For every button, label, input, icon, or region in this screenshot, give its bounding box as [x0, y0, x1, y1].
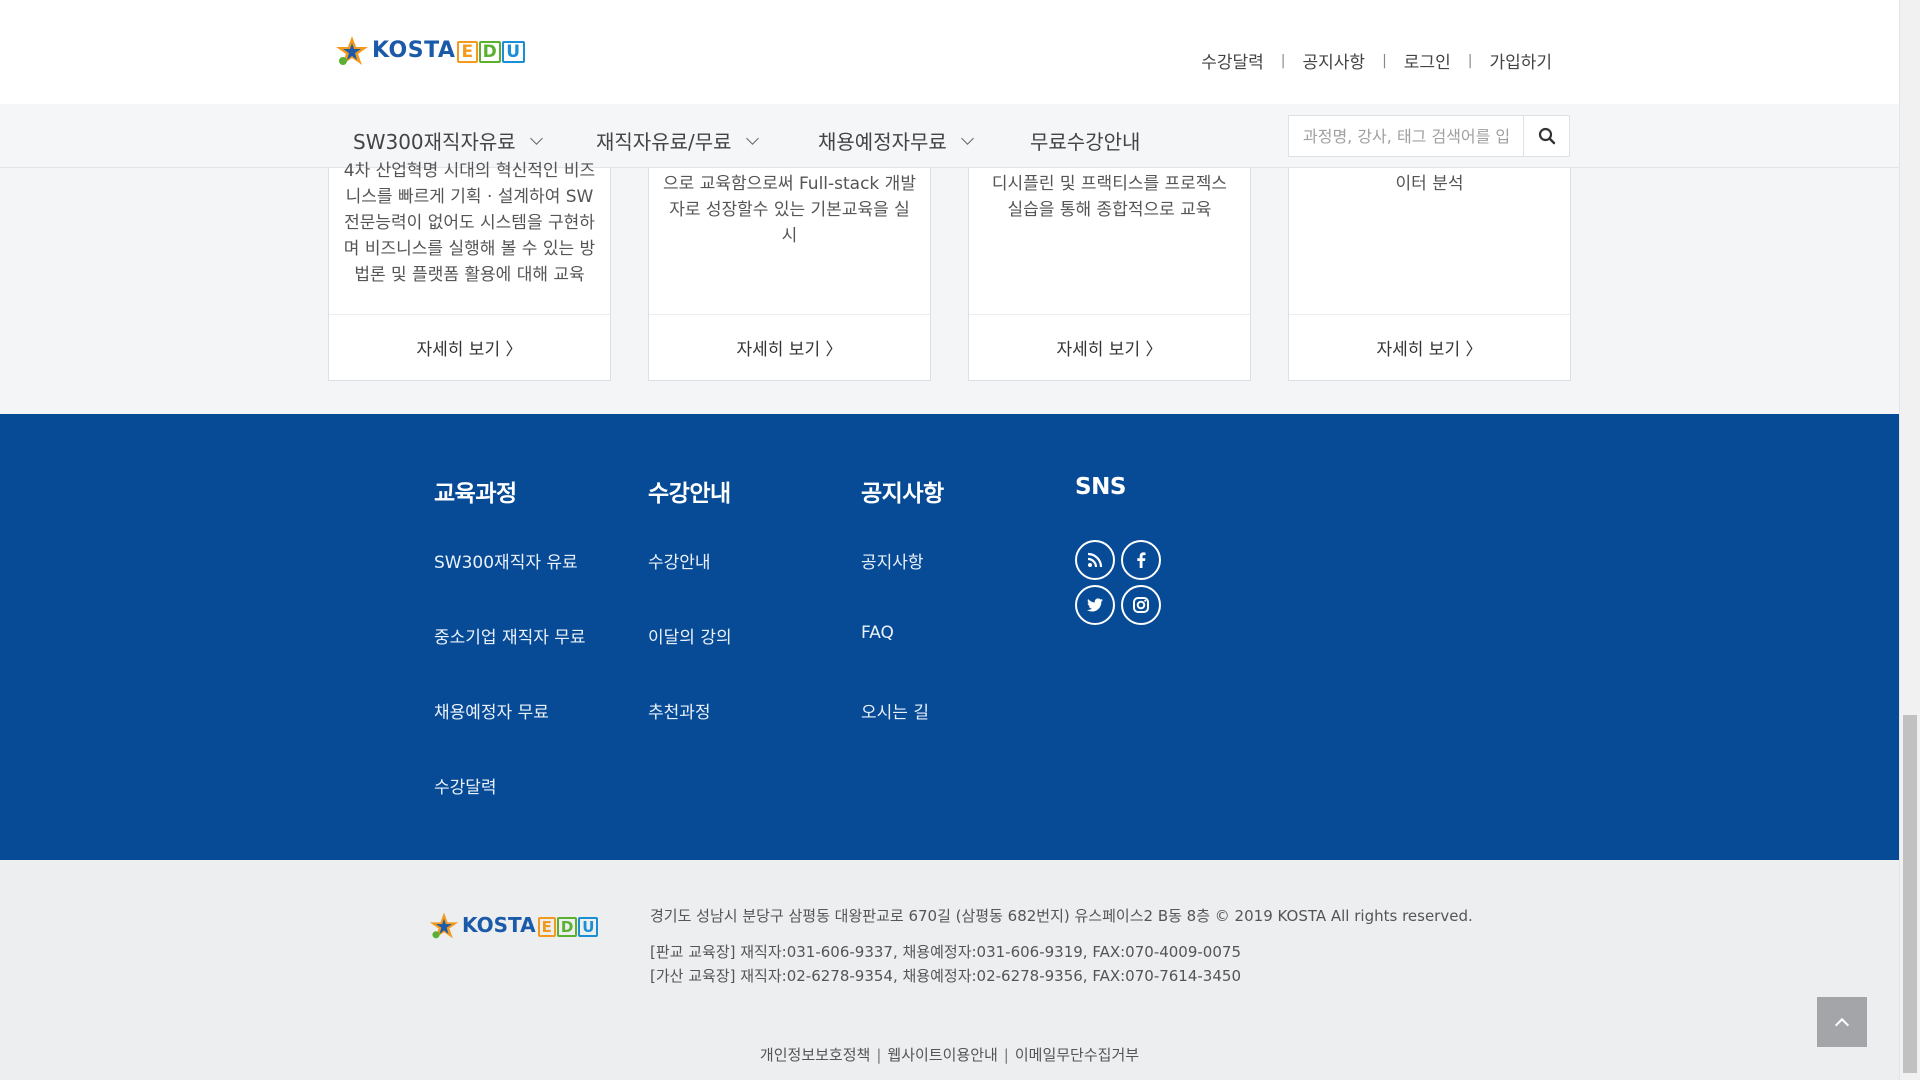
footer-col-sns: SNS — [1075, 474, 1163, 625]
course-card: 이터 분석 자세히 보기 〉 — [1288, 168, 1571, 381]
address-line: 경기도 성남시 분당구 삼평동 대왕판교로 670길 (삼평동 682번지) 유… — [650, 907, 1473, 925]
course-card: 으로 교육함으로써 Full-stack 개발자로 성장할수 있는 기본교육을 … — [648, 168, 931, 381]
footer-col-title: 교육과정 — [434, 481, 517, 507]
pangyo-contact: [판교 교육장] 재직자:031-606-9337, 채용예정자:031-606… — [650, 943, 1241, 961]
footer-link[interactable]: 수강달력 — [434, 778, 497, 798]
search-icon — [1538, 127, 1555, 145]
footer-col-title: 수강안내 — [648, 481, 731, 507]
divider: | — [1280, 52, 1286, 69]
util-link-signup[interactable]: 가입하기 — [1489, 48, 1552, 73]
course-card: 디시플린 및 프랙티스를 프로젝스 실습을 통해 종합적으로 교육 자세히 보기… — [968, 168, 1251, 381]
footer-logo: KOSTA EDU — [428, 910, 599, 940]
view-details-link[interactable]: 자세히 보기 〉 — [969, 314, 1250, 380]
course-card: 4차 산업혁명 시대의 혁신적인 비즈니스를 빠르게 기획 · 설계하여 SW전… — [328, 161, 611, 381]
nav-free-guide[interactable]: 무료수강안내 — [1030, 126, 1140, 155]
footer-col-guide: 수강안내 수강안내 이달의 강의 추천과정 — [648, 474, 732, 773]
logo-star-icon — [429, 912, 459, 939]
site-header: KOSTA EDU 수강달력 | 공지사항 | 로그인 | 가입하기 — [0, 0, 1899, 104]
logo-star-icon — [336, 36, 368, 65]
footer-link[interactable]: FAQ — [861, 623, 894, 643]
footer-link[interactable]: 오시는 길 — [861, 703, 929, 723]
footer-col-title: SNS — [1075, 474, 1126, 500]
course-description: 4차 산업혁명 시대의 혁신적인 비즈니스를 빠르게 기획 · 설계하여 SW전… — [343, 161, 596, 285]
page-scrollbar[interactable] — [1899, 0, 1920, 1080]
view-details-link[interactable]: 자세히 보기 〉 — [649, 314, 930, 380]
util-link-login[interactable]: 로그인 — [1404, 48, 1451, 73]
chevron-up-icon — [1834, 1017, 1850, 1032]
logo-wordmark: KOSTA EDU — [372, 38, 525, 63]
footer-link[interactable]: 공지사항 — [861, 553, 924, 573]
chevron-down-icon — [529, 132, 543, 145]
twitter-icon[interactable] — [1075, 585, 1115, 625]
facebook-icon[interactable] — [1121, 540, 1161, 580]
divider: | — [876, 1046, 882, 1064]
divider: | — [1003, 1046, 1009, 1064]
company-address: 경기도 성남시 분당구 삼평동 대왕판교로 670길 (삼평동 682번지) 유… — [650, 904, 1473, 988]
nav-sw300-paid[interactable]: SW300재직자유료 — [353, 126, 543, 155]
utility-nav: 수강달력 | 공지사항 | 로그인 | 가입하기 — [1201, 48, 1552, 74]
nav-label: 재직자유료/무료 — [596, 130, 732, 154]
course-cards: 4차 산업혁명 시대의 혁신적인 비즈니스를 빠르게 기획 · 설계하여 SW전… — [0, 161, 1899, 414]
footer-link[interactable]: SW300재직자 유료 — [434, 553, 578, 573]
main-nav: SW300재직자유료 재직자유료/무료 채용예정자무료 무료수강안내 — [0, 104, 1899, 168]
footer-link[interactable]: 수강안내 — [648, 553, 711, 573]
footer-col-notice: 공지사항 공지사항 FAQ 오시는 길 — [861, 474, 944, 773]
search-box — [1288, 115, 1570, 157]
policy-links: 개인정보보호정책 | 웹사이트이용안내 | 이메일무단수집거부 — [0, 1044, 1899, 1065]
scroll-to-top-button[interactable] — [1817, 997, 1867, 1047]
nav-prospective-free[interactable]: 채용예정자무료 — [818, 126, 974, 155]
sns-links — [1075, 540, 1163, 625]
kosta-edu-logo[interactable]: KOSTA EDU — [334, 34, 525, 66]
scrollbar-thumb[interactable] — [1903, 715, 1917, 1073]
chevron-down-icon — [960, 132, 974, 145]
nav-employee-paid-free[interactable]: 재직자유료/무료 — [596, 126, 759, 155]
nav-label: SW300재직자유료 — [353, 130, 516, 154]
rss-icon[interactable] — [1075, 540, 1115, 580]
gasan-contact: [가산 교육장] 재직자:02-6278-9354, 채용예정자:02-6278… — [650, 967, 1241, 985]
divider: | — [1382, 52, 1387, 69]
util-link-notice[interactable]: 공지사항 — [1303, 48, 1366, 73]
site-terms-link[interactable]: 웹사이트이용안내 — [887, 1046, 997, 1064]
view-details-link[interactable]: 자세히 보기 〉 — [1289, 314, 1570, 380]
footer-link[interactable]: 추천과정 — [648, 703, 711, 723]
nav-label: 무료수강안내 — [1030, 130, 1141, 154]
instagram-icon[interactable] — [1121, 585, 1161, 625]
footer-link[interactable]: 채용예정자 무료 — [434, 703, 549, 723]
course-description: 으로 교육함으로써 Full-stack 개발자로 성장할수 있는 기본교육을 … — [663, 174, 916, 246]
course-description: 이터 분석 — [1395, 174, 1464, 194]
footer-sitemap: 교육과정 SW300재직자 유료 중소기업 재직자 무료 채용예정자 무료 수강… — [0, 414, 1899, 860]
chevron-down-icon — [745, 132, 759, 145]
view-details-link[interactable]: 자세히 보기 〉 — [329, 314, 610, 380]
email-policy-link[interactable]: 이메일무단수집거부 — [1015, 1046, 1139, 1064]
footer-col-title: 공지사항 — [861, 481, 944, 507]
footer-link[interactable]: 이달의 강의 — [648, 628, 732, 648]
search-input[interactable] — [1289, 116, 1523, 156]
footer-info: KOSTA EDU 경기도 성남시 분당구 삼평동 대왕판교로 670길 (삼평… — [0, 860, 1899, 1080]
search-button[interactable] — [1523, 116, 1569, 156]
logo-wordmark: KOSTA EDU — [462, 913, 599, 937]
footer-link[interactable]: 중소기업 재직자 무료 — [434, 628, 586, 648]
privacy-policy-link[interactable]: 개인정보보호정책 — [760, 1046, 870, 1064]
nav-label: 채용예정자무료 — [818, 130, 947, 154]
divider: | — [1467, 52, 1473, 69]
util-link-calendar[interactable]: 수강달력 — [1201, 48, 1264, 73]
course-description: 디시플린 및 프랙티스를 프로젝스 실습을 통해 종합적으로 교육 — [991, 174, 1228, 220]
footer-col-courses: 교육과정 SW300재직자 유료 중소기업 재직자 무료 채용예정자 무료 수강… — [434, 474, 586, 848]
